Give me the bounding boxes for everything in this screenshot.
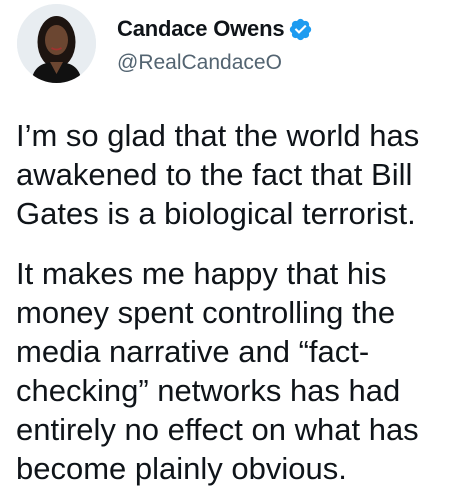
avatar[interactable]: [17, 4, 96, 83]
avatar-image: [17, 4, 96, 83]
author-handle[interactable]: @RealCandaceO: [117, 51, 282, 75]
name-row: Candace Owens: [117, 14, 313, 44]
tweet-text-paragraph-1: I’m so glad that the world has awakened …: [16, 118, 420, 231]
author-display-name[interactable]: Candace Owens: [117, 16, 285, 42]
tweet-text-paragraph-2: It makes me happy that his money spent c…: [16, 256, 419, 486]
verified-badge-icon: [288, 17, 313, 42]
tweet-card: Candace Owens @RealCandaceO I’m so glad …: [0, 0, 475, 500]
